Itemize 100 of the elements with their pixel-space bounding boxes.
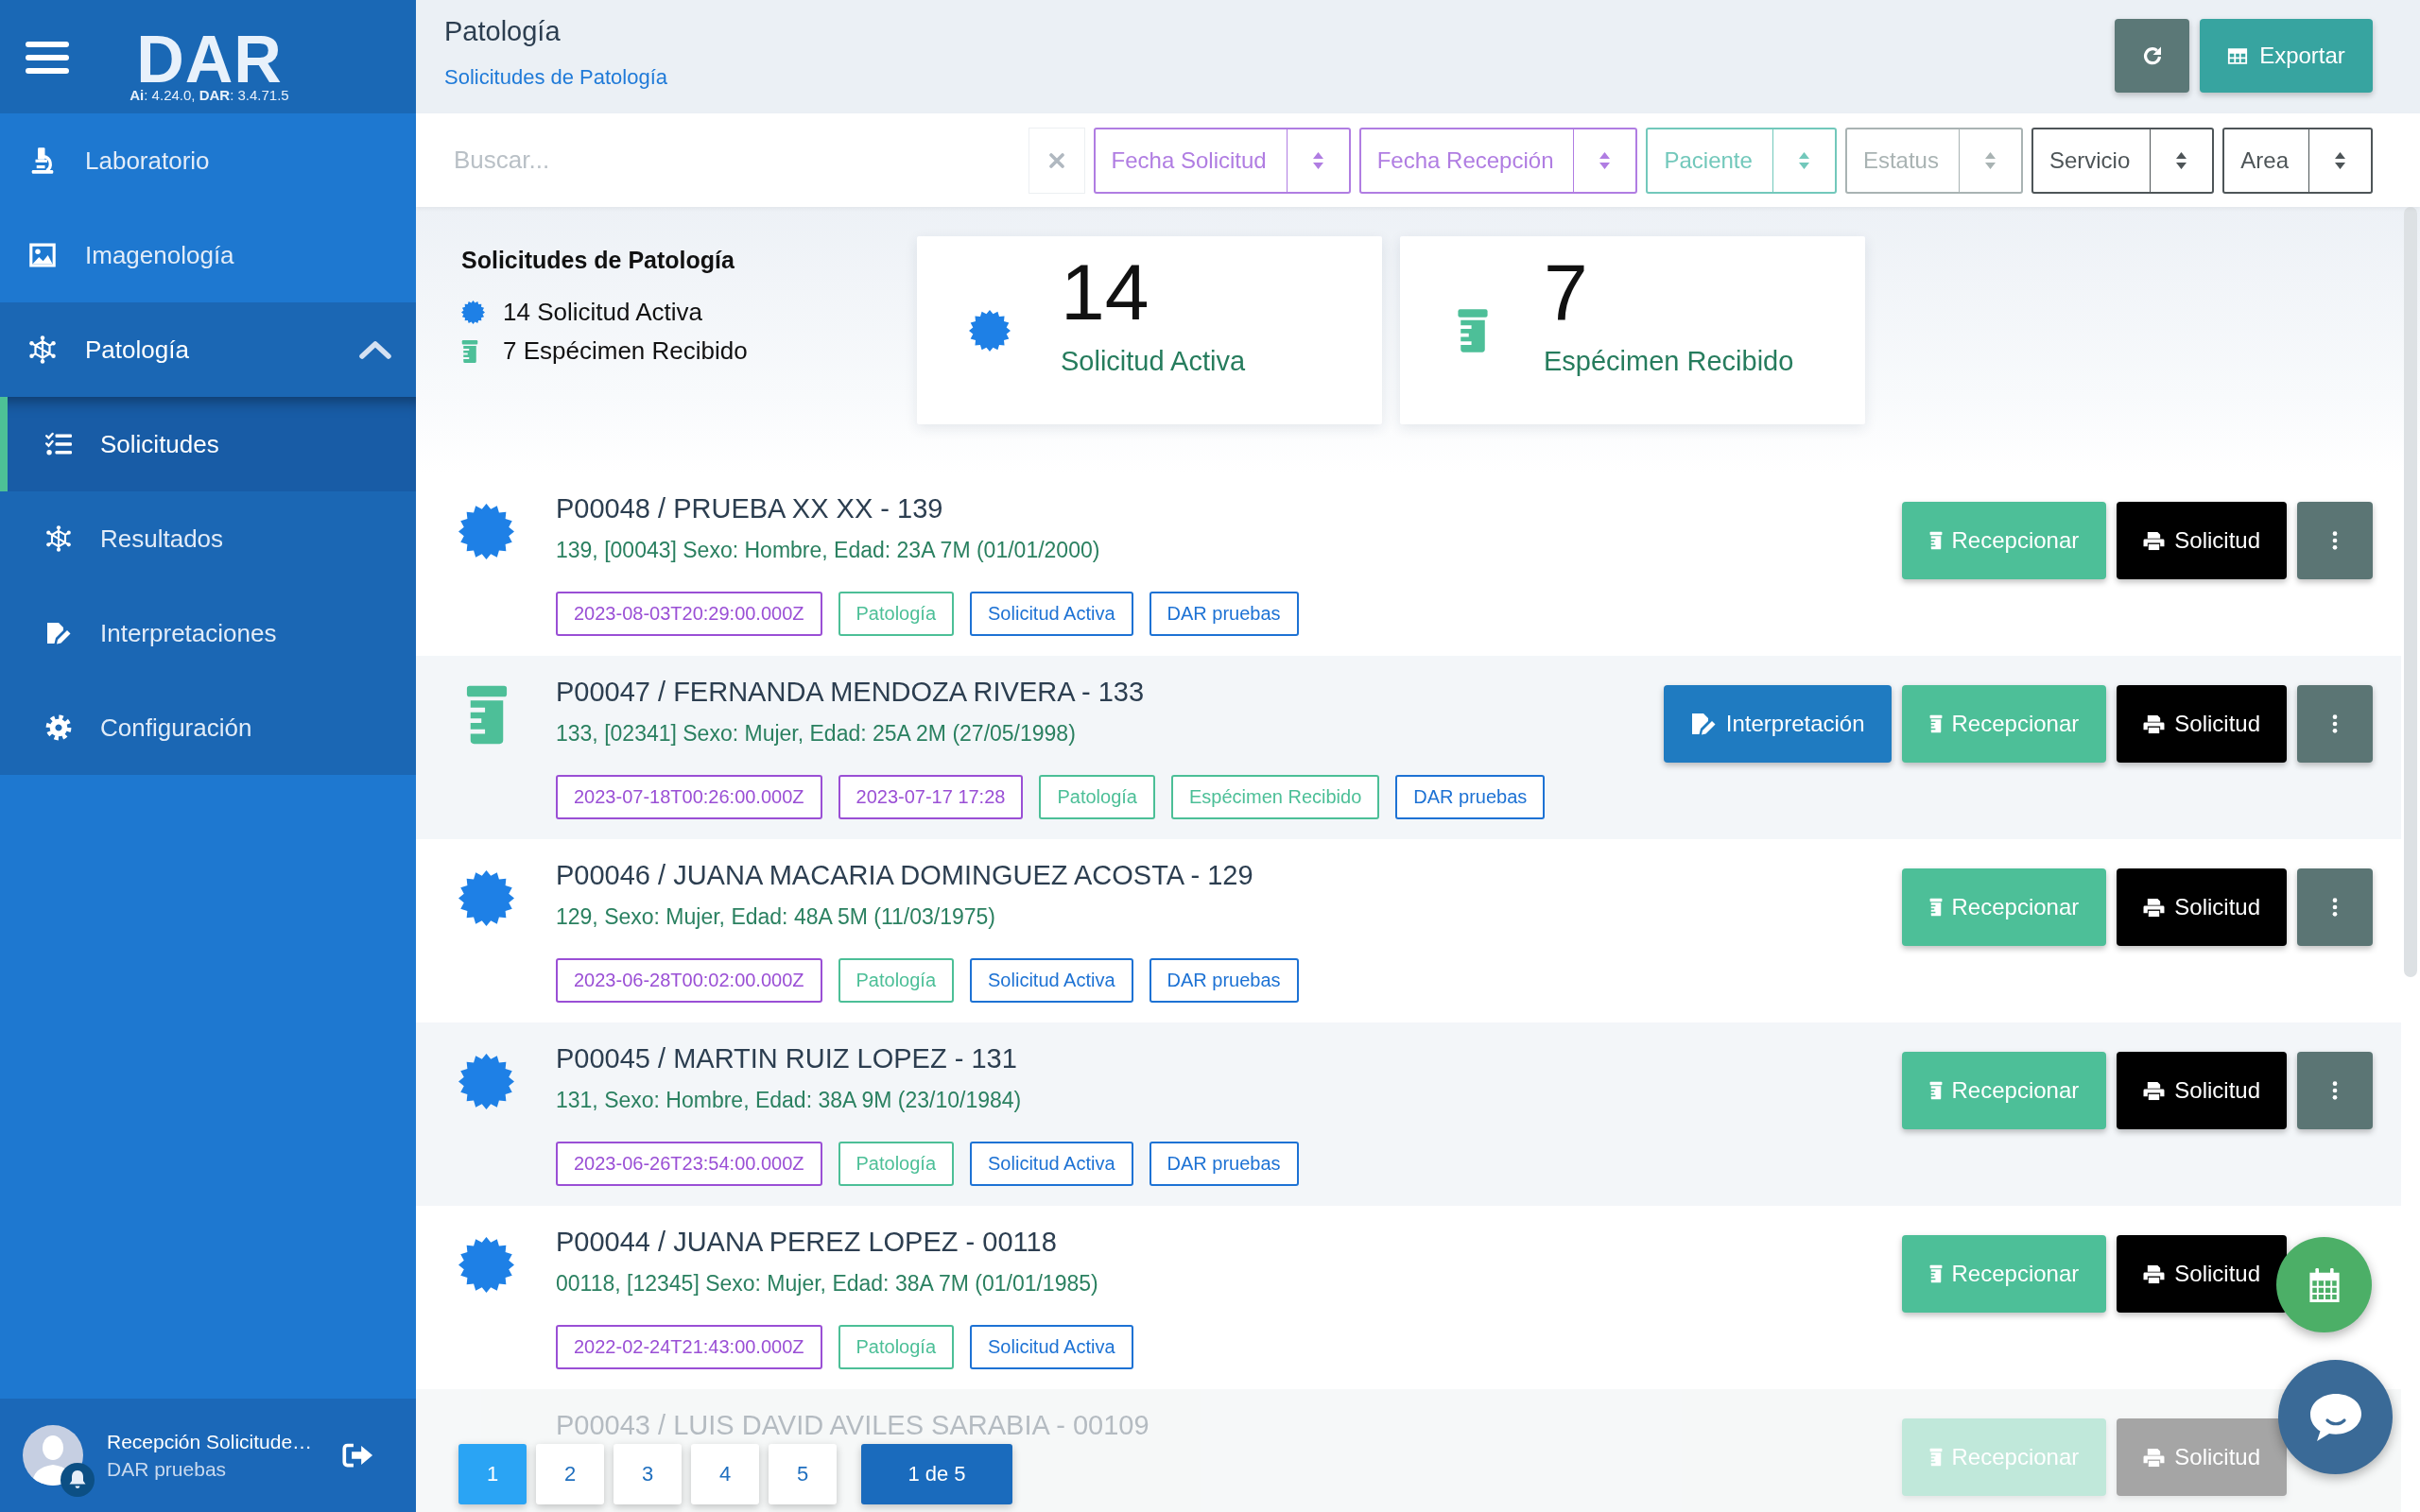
version-text: Ai: 4.24.0, DAR: 3.4.71.5 [130,87,289,104]
scrollbar-thumb[interactable] [2404,207,2417,977]
stat-value: 14 [1061,252,1150,332]
logout-icon[interactable] [342,1443,373,1468]
image-icon [28,241,57,269]
jar-icon [1928,1448,1943,1467]
receive-button[interactable]: Recepcionar [1901,868,2107,946]
more-icon [2332,714,2338,733]
request-tag: 2023-07-18T00:26:00.000Z [556,775,822,819]
filter-dropdown[interactable]: Servicio [2031,127,2215,194]
request-title: P00045 / MARTIN RUIZ LOPEZ - 131 [556,1043,1018,1074]
receive-button[interactable]: Recepcionar [1901,502,2107,579]
menu-icon[interactable] [26,42,69,74]
request-tag: Patología [838,592,955,636]
jar-icon [461,338,478,364]
request-tag: 2023-06-28T00:02:00.000Z [556,958,822,1003]
jar-icon [1928,1264,1943,1283]
page-button[interactable]: 2 [536,1444,604,1504]
request-tag: Patología [838,1142,955,1186]
sidebar-item[interactable]: Interpretaciones [0,586,416,680]
sort-icon [2175,150,2188,170]
chat-icon [2308,1391,2363,1443]
jar-icon [1928,898,1943,917]
sidebar-item[interactable]: Configuración [0,680,416,775]
badge-icon [458,870,514,926]
more-icon [2332,898,2338,917]
refresh-button[interactable] [2115,19,2189,93]
printer-icon [2143,897,2166,918]
patient-details: 131, Sexo: Hombre, Edad: 38A 9M (23/10/1984) [556,1087,1023,1114]
user-name: Recepción Solicitude… [107,1430,313,1454]
request-title: P00044 / JUANA PEREZ LOPEZ - 00118 [556,1227,1058,1257]
badge-icon [458,1054,514,1109]
page-button[interactable]: 1 [458,1444,527,1504]
request-title: P00043 / LUIS DAVID AVILES SARABIA - 00109 [556,1410,1150,1440]
request-tag: Patología [838,958,955,1003]
request-tag: Solicitud Activa [970,1325,1133,1369]
request-tag: Solicitud Activa [970,958,1133,1003]
chevron-icon[interactable] [359,340,391,359]
print-button[interactable]: Solicitud [2117,1235,2287,1313]
more-icon [2332,1081,2338,1100]
document-pen-icon [1689,712,1717,736]
badge-icon [461,301,485,324]
export-button[interactable]: Exportar [2200,19,2373,93]
receive-button[interactable]: Recepcionar [1901,685,2107,763]
print-button[interactable]: Solicitud [2117,685,2287,763]
request-tag: Patología [1039,775,1155,819]
jar-icon [1928,1081,1943,1100]
patient-details: 129, Sexo: Mujer, Edad: 48A 5M (11/03/1975) [556,903,996,931]
jar-icon [1928,531,1943,550]
sidebar-item[interactable]: Resultados [0,491,416,586]
print-button[interactable]: Solicitud [2117,1052,2287,1129]
page-indicator: 1 de 5 [861,1444,1012,1504]
print-button[interactable]: Solicitud [2117,502,2287,579]
request-tag: DAR pruebas [1395,775,1546,819]
interpretation-button[interactable]: Interpretación [1663,685,1892,763]
print-button[interactable]: Solicitud [2117,1418,2287,1496]
request-tag: Solicitud Activa [970,1142,1133,1186]
jar-icon [1928,714,1943,733]
request-tag: DAR pruebas [1149,1142,1299,1186]
request-tag: Espécimen Recibido [1170,775,1380,819]
printer-icon [2143,530,2166,551]
jar-icon [464,683,509,747]
summary-title: Solicitudes de Patología [461,246,735,275]
filter-dropdown[interactable]: Fecha Solicitud [1093,127,1351,194]
filter-dropdown[interactable]: Fecha Recepción [1358,127,1638,194]
page-button[interactable]: 3 [614,1444,682,1504]
print-button[interactable]: Solicitud [2117,868,2287,946]
request-title: P00047 / FERNANDA MENDOZA RIVERA - 133 [556,677,1146,707]
sidebar-item[interactable]: Solicitudes [0,397,416,491]
legend-text: 7 Espécimen Recibido [503,335,748,367]
sort-icon [2334,150,2346,170]
printer-icon [2143,1447,2166,1468]
patient-details: 133, [02341] Sexo: Mujer, Edad: 25A 2M (27/05/1998) [556,720,1077,747]
breadcrumb-link[interactable]: Solicitudes de Patología [444,63,668,92]
request-tag: 2023-06-26T23:54:00.000Z [556,1142,822,1186]
calendar-icon [2308,1267,2341,1302]
receive-button[interactable]: Recepcionar [1901,1235,2107,1313]
settings-icon [45,714,72,741]
sidebar-item[interactable]: Imagenología [0,208,416,302]
page-button[interactable]: 4 [691,1444,759,1504]
table-icon [2227,46,2249,65]
sidebar-item[interactable]: Patología [0,302,416,397]
request-tag: DAR pruebas [1149,958,1299,1003]
request-tag: Patología [838,1325,955,1369]
request-tag: DAR pruebas [1149,592,1299,636]
stat-label: Solicitud Activa [1061,345,1246,378]
patient-details: 139, [00043] Sexo: Hombre, Edad: 23A 7M (01/01/2000) [556,537,1101,564]
receive-button[interactable]: Recepcionar [1901,1052,2107,1129]
badge-icon [458,504,514,559]
patient-details: 00118, [12345] Sexo: Mujer, Edad: 38A 7M (01/01/1985) [556,1270,1099,1297]
search-field[interactable]: Buscar... [454,131,1017,189]
page-button[interactable]: 5 [769,1444,837,1504]
badge-icon [969,309,1011,352]
filter-dropdown[interactable]: Area [2222,127,2373,194]
molecule-icon [45,525,72,552]
sidebar-item[interactable]: Laboratorio [0,113,416,208]
stat-value: 7 [1544,252,1589,332]
bell-icon[interactable] [60,1463,95,1497]
printer-icon [2143,1080,2166,1101]
request-tag: 2022-02-24T21:43:00.000Z [556,1325,822,1369]
